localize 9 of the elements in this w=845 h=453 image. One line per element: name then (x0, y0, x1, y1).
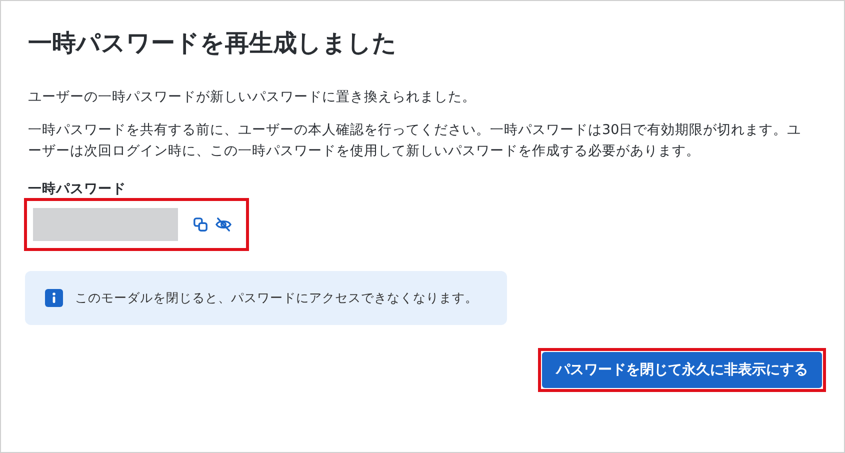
field-label: 一時パスワード (28, 180, 127, 198)
dialog-title: 一時パスワードを再生成しました (28, 28, 398, 59)
close-password-button[interactable]: パスワードを閉じて永久に非表示にする (542, 352, 822, 388)
body-text: ユーザーの一時パスワードが新しいパスワードに置き換えられました。 (28, 88, 477, 107)
notice-text: このモーダルを閉じると、パスワードにアクセスできなくなります。 (75, 290, 478, 306)
body-text: 一時パスワードを共有する前に、ユーザーの本人確認を行ってください。一時パスワードは30日で有効期限が切れます。ユーザーは次回ログイン時に、この一時パスワードを使用して新しいパスワードを作成する必要があります。 (28, 121, 802, 161)
copy-icon[interactable] (193, 217, 208, 232)
info-icon (45, 289, 63, 307)
hide-icon[interactable] (215, 217, 232, 232)
